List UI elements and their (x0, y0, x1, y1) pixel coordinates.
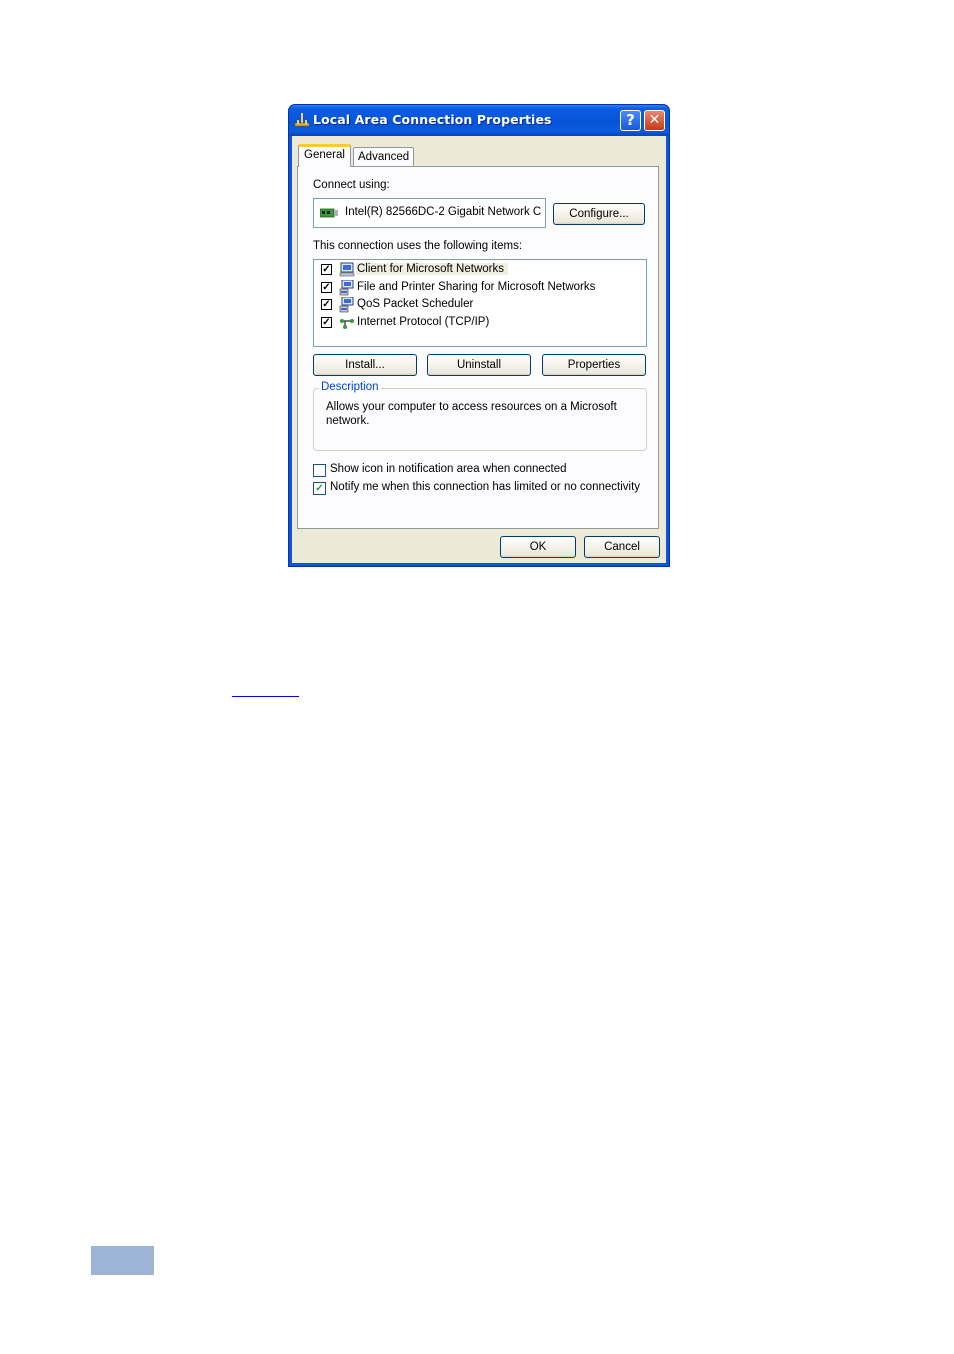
install-button[interactable]: Install... (313, 354, 417, 376)
item-checkbox[interactable]: ✓ (321, 299, 332, 310)
network-connection-icon (294, 113, 310, 127)
item-label: Client for Microsoft Networks (356, 263, 508, 275)
network-service-icon (339, 297, 354, 313)
network-client-icon (339, 262, 355, 277)
list-item[interactable]: ✓ File and Printer Sharing for Microsoft… (321, 280, 641, 296)
general-tab-panel: Connect using: Intel(R) 82566DC-2 Gigabi… (297, 166, 659, 529)
item-label: QoS Packet Scheduler (357, 298, 474, 310)
tab-advanced[interactable]: Advanced (353, 147, 415, 167)
list-item[interactable]: ✓ Internet Protocol (TCP/IP) (321, 315, 641, 331)
item-checkbox[interactable]: ✓ (321, 264, 332, 275)
notify-option[interactable]: ✓ Notify me when this connection has lim… (313, 480, 653, 496)
network-service-icon (339, 280, 354, 296)
description-text: Allows your computer to access resources… (326, 401, 617, 427)
items-label: This connection uses the following items… (313, 240, 523, 252)
list-item[interactable]: ✓ Client for Microsoft Networks (321, 262, 641, 278)
adapter-name: Intel(R) 82566DC-2 Gigabit Network C (345, 206, 541, 218)
item-label: File and Printer Sharing for Microsoft N… (357, 281, 596, 293)
properties-button[interactable]: Properties (542, 354, 646, 376)
list-item[interactable]: ✓ QoS Packet Scheduler (321, 297, 641, 313)
show-icon-option[interactable]: Show icon in notification area when conn… (313, 462, 653, 478)
notify-checkbox[interactable]: ✓ (313, 482, 326, 495)
tab-general[interactable]: General (298, 144, 351, 167)
ok-button[interactable]: OK (500, 536, 576, 558)
components-list[interactable]: ✓ Client for Microsoft Networks ✓ File a… (313, 259, 647, 347)
description-title: Description (319, 381, 381, 393)
notify-label[interactable]: Notify me when this connection has limit… (330, 481, 640, 493)
show-icon-label[interactable]: Show icon in notification area when conn… (330, 463, 567, 475)
connect-using-label: Connect using: (313, 179, 390, 191)
document-link-underline[interactable] (232, 688, 299, 697)
title-bar[interactable]: Local Area Connection Properties ? ✕ (289, 105, 669, 136)
item-label: Internet Protocol (TCP/IP) (357, 316, 490, 328)
properties-dialog: Local Area Connection Properties ? ✕ Gen… (288, 104, 670, 567)
window-title: Local Area Connection Properties (313, 112, 552, 127)
uninstall-button[interactable]: Uninstall (427, 354, 531, 376)
help-button[interactable]: ? (620, 110, 641, 131)
description-group: Description Allows your computer to acce… (313, 381, 647, 451)
item-checkbox[interactable]: ✓ (321, 317, 332, 328)
network-card-icon (320, 208, 338, 218)
network-protocol-icon (340, 319, 354, 329)
adapter-field: Intel(R) 82566DC-2 Gigabit Network C (313, 198, 546, 228)
item-checkbox[interactable]: ✓ (321, 282, 332, 293)
cancel-button[interactable]: Cancel (584, 536, 660, 558)
configure-button[interactable]: Configure... (553, 203, 645, 225)
close-button[interactable]: ✕ (644, 110, 665, 131)
show-icon-checkbox[interactable] (313, 464, 326, 477)
dialog-body: General Advanced Connect using: Intel(R)… (292, 136, 666, 563)
page-footer-tab (91, 1246, 154, 1275)
